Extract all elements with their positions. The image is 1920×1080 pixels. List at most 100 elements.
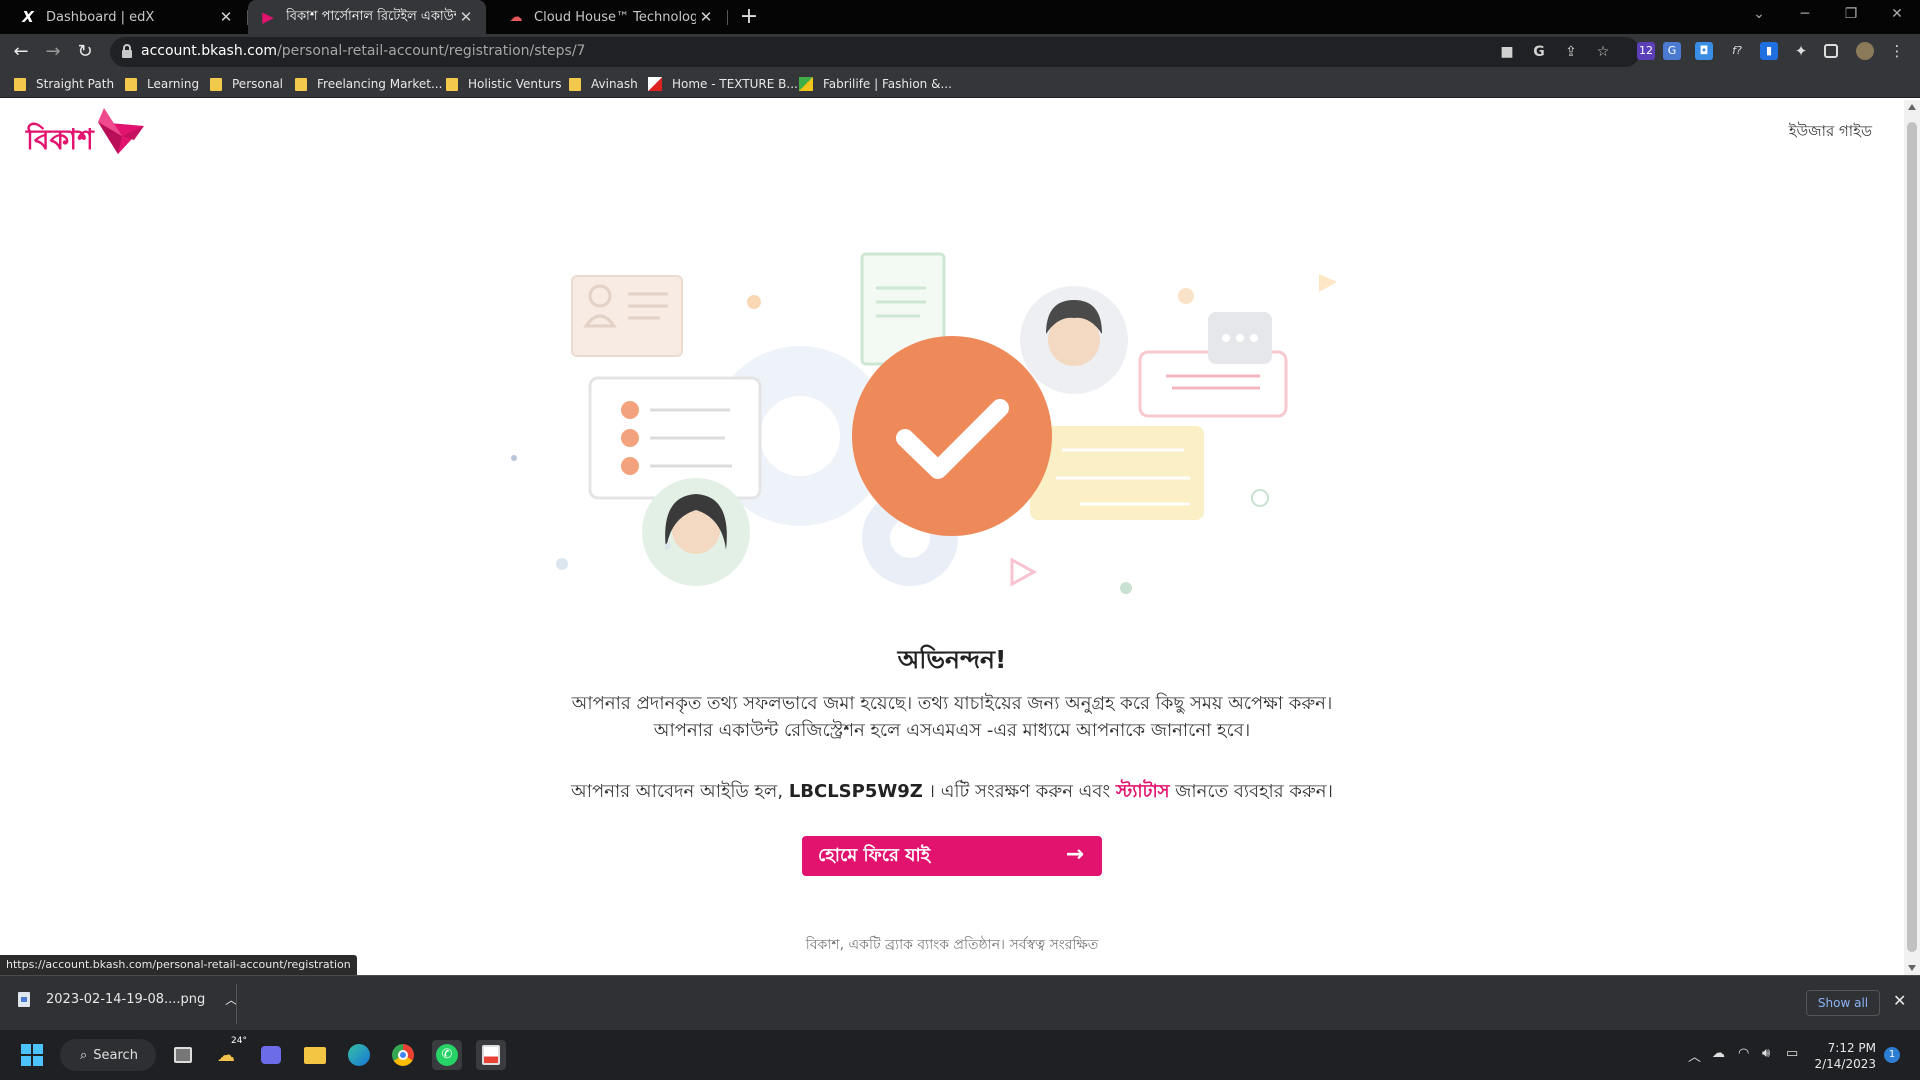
folder-icon bbox=[569, 77, 581, 91]
whatsapp-icon[interactable]: ✆ bbox=[432, 1040, 462, 1070]
application-id: LBCLSP5W9Z bbox=[788, 781, 923, 802]
bookmark-holistic[interactable]: Holistic Venturs bbox=[446, 76, 562, 92]
folder-icon bbox=[446, 77, 458, 91]
volume-icon[interactable]: 🔊︎ bbox=[1762, 1046, 1770, 1061]
folder-icon bbox=[125, 77, 137, 91]
taskbar-clock[interactable]: 7:12 PM 2/14/2023 bbox=[1812, 1040, 1876, 1072]
file-explorer-icon[interactable] bbox=[300, 1040, 330, 1070]
folder-icon bbox=[210, 77, 222, 91]
close-tab-icon[interactable]: ✕ bbox=[456, 8, 476, 26]
browser-toolbar: ← → ↻ account.bkash.com/personal-retail-… bbox=[0, 34, 1920, 70]
image-file-icon bbox=[18, 992, 30, 1007]
back-button[interactable]: ← bbox=[9, 40, 33, 64]
download-filename: 2023-02-14-19-08....png bbox=[46, 992, 206, 1007]
google-icon[interactable]: G bbox=[1529, 42, 1549, 62]
page-scrollbar[interactable] bbox=[1904, 100, 1920, 975]
extension-badge-icon[interactable]: 12 bbox=[1637, 42, 1655, 60]
lock-icon[interactable] bbox=[122, 44, 132, 58]
new-tab-button[interactable]: + bbox=[736, 4, 762, 30]
edge-browser-icon[interactable] bbox=[344, 1040, 374, 1070]
arrow-right-icon: → bbox=[1065, 842, 1084, 867]
show-hidden-icons[interactable]: ︿ bbox=[1688, 1046, 1701, 1065]
screenshot-extension-icon[interactable]: ◘ bbox=[1695, 42, 1713, 60]
search-icon: ⌕ bbox=[80, 1047, 88, 1063]
share-icon[interactable]: ⇪ bbox=[1561, 42, 1581, 62]
submission-message: আপনার প্রদানকৃত তথ্য সফলভাবে জমা হয়েছে।… bbox=[571, 693, 1333, 741]
camera-blocked-icon[interactable]: ■ bbox=[1497, 42, 1517, 62]
battery-icon[interactable]: ▭ bbox=[1786, 1046, 1798, 1061]
bookmark-star-icon[interactable]: ☆ bbox=[1593, 42, 1613, 62]
formula-extension-icon[interactable]: f? bbox=[1728, 42, 1746, 60]
address-bar[interactable]: account.bkash.com/personal-retail-accoun… bbox=[110, 37, 1640, 67]
tab-edx-dashboard[interactable]: X Dashboard | edX ✕ bbox=[0, 0, 246, 34]
wifi-icon[interactable]: ◠ bbox=[1738, 1046, 1749, 1061]
chrome-browser-icon[interactable] bbox=[388, 1040, 418, 1070]
success-illustration bbox=[511, 252, 1337, 594]
chrome-menu-icon[interactable]: ⋮ bbox=[1888, 42, 1906, 60]
tab-title: Dashboard | edX bbox=[46, 9, 155, 25]
bookmark-texture[interactable]: Home - TEXTURE B... bbox=[648, 76, 798, 92]
success-check-icon bbox=[852, 336, 1052, 536]
congratulations-heading: অভিনন্দন! bbox=[897, 645, 1007, 674]
bookmark-avinash[interactable]: Avinash bbox=[569, 76, 638, 92]
close-tab-icon[interactable]: ✕ bbox=[696, 8, 716, 26]
tab-search-icon[interactable]: ⌄ bbox=[1736, 0, 1782, 30]
forward-button[interactable]: → bbox=[41, 40, 65, 64]
tab-bkash-registration[interactable]: ▶ বিকাশ পার্সোনাল রিটেইল একাউন্ট ✕ bbox=[248, 0, 486, 34]
edx-icon: X bbox=[22, 8, 34, 26]
windows-taskbar: ⌕ Search ☁ 24° ✆ ︿ ☁ ◠ 🔊︎ ▭ 7:12 PM 2/14/… bbox=[0, 1030, 1920, 1080]
home-button-label: হোমে ফিরে যাই bbox=[818, 844, 931, 866]
tab-title: Cloud House™ Technologies Ban bbox=[534, 9, 696, 25]
show-all-button[interactable]: Show all bbox=[1806, 990, 1880, 1016]
tab-strip: X Dashboard | edX ✕ ▶ বিকাশ পার্সোনাল রি… bbox=[0, 0, 1920, 34]
bkash-icon: ▶ bbox=[262, 8, 274, 26]
application-id-line: আপনার আবেদন আইডি হল, LBCLSP5W9Z । এটি সং… bbox=[571, 781, 1333, 802]
extensions-puzzle-icon[interactable]: ✦ bbox=[1792, 42, 1810, 60]
bookmarks-bar: Straight Path Learning Personal Freelanc… bbox=[0, 70, 1920, 98]
bookmark-fabrilife[interactable]: Fabrilife | Fashion &... bbox=[799, 76, 952, 92]
user-guide-link[interactable]: ইউজার গাইড bbox=[1789, 120, 1872, 145]
taskbar-search[interactable]: ⌕ Search bbox=[60, 1039, 156, 1071]
footer-text: বিকাশ, একটি ব্র্যাক ব্যাংক প্রতিষ্ঠান। স… bbox=[805, 937, 1099, 953]
texture-site-icon bbox=[648, 77, 662, 91]
windows-start-icon[interactable] bbox=[17, 1040, 47, 1070]
weather-icon[interactable]: ☁ 24° bbox=[211, 1036, 247, 1070]
bookmark-personal[interactable]: Personal bbox=[210, 76, 283, 92]
task-view-icon[interactable] bbox=[168, 1040, 198, 1070]
close-window-button[interactable]: ✕ bbox=[1874, 0, 1920, 30]
minimize-button[interactable]: ─ bbox=[1782, 0, 1828, 30]
restore-button[interactable]: ❐ bbox=[1828, 0, 1874, 30]
bkash-bird-icon bbox=[97, 108, 144, 154]
translate-extension-icon[interactable]: G bbox=[1663, 42, 1681, 60]
download-item[interactable]: 2023-02-14-19-08....png ︿ bbox=[18, 991, 237, 1008]
bookmark-freelancing[interactable]: Freelancing Market... bbox=[295, 76, 442, 92]
profile-avatar[interactable] bbox=[1856, 42, 1874, 60]
fabrilife-site-icon bbox=[799, 77, 813, 91]
status-link[interactable]: স্ট্যাটাস bbox=[1116, 781, 1170, 802]
download-shelf: 2023-02-14-19-08....png ︿ Show all ✕ bbox=[0, 975, 1920, 1030]
bookmark-learning[interactable]: Learning bbox=[125, 76, 199, 92]
notification-badge[interactable]: 1 bbox=[1884, 1047, 1900, 1063]
folder-icon bbox=[14, 77, 26, 91]
folder-icon bbox=[295, 77, 307, 91]
reload-button[interactable]: ↻ bbox=[73, 40, 97, 64]
onedrive-icon[interactable]: ☁ bbox=[1712, 1046, 1725, 1061]
logo-text: বিকাশ bbox=[26, 123, 94, 156]
bookmark-straight-path[interactable]: Straight Path bbox=[14, 76, 114, 92]
back-to-home-button[interactable]: হোমে ফিরে যাই → bbox=[802, 836, 1102, 876]
teams-chat-icon[interactable] bbox=[256, 1040, 286, 1070]
trello-extension-icon[interactable]: ▮ bbox=[1760, 42, 1778, 60]
link-status-bubble: https://account.bkash.com/personal-retai… bbox=[0, 955, 357, 975]
snipping-tool-icon[interactable] bbox=[476, 1040, 506, 1070]
url-text[interactable]: account.bkash.com/personal-retail-accoun… bbox=[141, 43, 585, 59]
page-content: বিকাশ ইউজার গাইড অভিনন্দন! আপনার প্রদানক… bbox=[0, 100, 1904, 975]
scroll-down-icon[interactable] bbox=[1908, 965, 1916, 971]
scrollbar-thumb[interactable] bbox=[1907, 122, 1917, 952]
side-panel-icon[interactable] bbox=[1824, 44, 1838, 58]
scroll-up-icon[interactable] bbox=[1908, 104, 1916, 110]
tab-title: বিকাশ পার্সোনাল রিটেইল একাউন্ট bbox=[286, 8, 456, 24]
close-download-shelf-icon[interactable]: ✕ bbox=[1893, 991, 1906, 1010]
tab-cloud-house[interactable]: ☁ Cloud House™ Technologies Ban ✕ bbox=[488, 0, 726, 34]
bkash-logo[interactable]: বিকাশ bbox=[26, 106, 146, 158]
close-tab-icon[interactable]: ✕ bbox=[216, 8, 236, 26]
